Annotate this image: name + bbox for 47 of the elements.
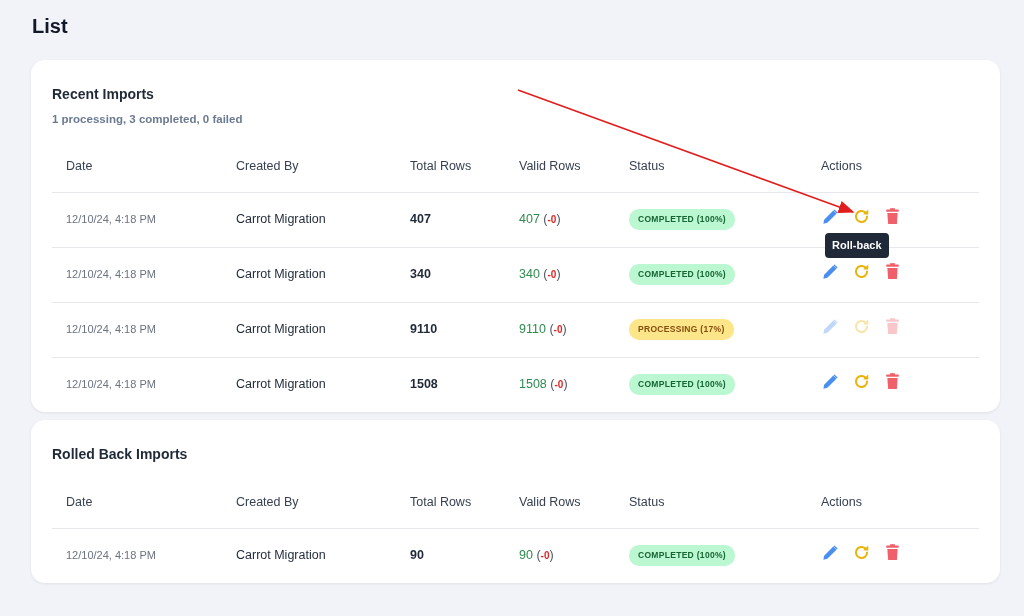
status-badge: COMPLETED (100%) xyxy=(629,374,735,396)
invalid-rows-text: (-0) xyxy=(543,212,561,227)
column-header: Total Rows xyxy=(410,495,472,510)
column-header: Status xyxy=(629,495,665,510)
column-header: Created By xyxy=(236,495,299,510)
column-header: Actions xyxy=(821,159,862,174)
date-text: 12/10/24, 4:18 PM xyxy=(66,323,156,336)
date-text: 12/10/24, 4:18 PM xyxy=(66,268,156,281)
total-rows-text: 407 xyxy=(410,212,431,227)
status-badge: COMPLETED (100%) xyxy=(629,264,735,285)
column-header: Actions xyxy=(821,495,862,510)
column-header: Valid Rows xyxy=(519,159,581,174)
column-header: Date xyxy=(66,159,93,174)
page-title: List xyxy=(32,14,69,38)
section-title: Recent Imports xyxy=(52,85,154,104)
valid-rows-text: 9110 xyxy=(519,322,546,337)
invalid-rows-text: (-0) xyxy=(549,322,567,337)
status-badge: PROCESSING (17%) xyxy=(629,319,734,340)
invalid-rows-text: (-0) xyxy=(536,548,554,563)
creator-text: Carrot Migration xyxy=(236,267,326,282)
creator-text: Carrot Migration xyxy=(236,212,326,227)
valid-rows-text: 1508 xyxy=(519,377,547,392)
total-rows-text: 340 xyxy=(410,267,431,282)
status-badge: COMPLETED (100%) xyxy=(629,545,735,567)
invalid-rows-text: (-0) xyxy=(550,377,568,392)
date-text: 12/10/24, 4:18 PM xyxy=(66,378,156,391)
column-header: Status xyxy=(629,159,665,174)
section-title: Rolled Back Imports xyxy=(52,445,188,464)
column-header: Total Rows xyxy=(410,159,472,174)
total-rows-text: 90 xyxy=(410,548,424,563)
valid-rows-text: 340 xyxy=(519,267,540,282)
status-badge: COMPLETED (100%) xyxy=(629,209,735,230)
total-rows-text: 1508 xyxy=(410,377,438,392)
valid-rows-text: 407 xyxy=(519,212,540,227)
invalid-rows-text: (-0) xyxy=(543,267,561,282)
column-header: Date xyxy=(66,495,93,510)
section-summary: 1 processing, 3 completed, 0 failed xyxy=(52,112,243,127)
column-header: Created By xyxy=(236,159,299,174)
valid-rows-text: 90 xyxy=(519,548,533,563)
tooltip: Roll-back xyxy=(825,233,889,258)
total-rows-text: 9110 xyxy=(410,322,438,337)
creator-text: Carrot Migration xyxy=(236,322,326,337)
date-text: 12/10/24, 4:18 PM xyxy=(66,213,156,226)
creator-text: Carrot Migration xyxy=(236,548,326,563)
column-header: Valid Rows xyxy=(519,495,581,510)
date-text: 12/10/24, 4:18 PM xyxy=(66,549,156,562)
creator-text: Carrot Migration xyxy=(236,377,326,392)
